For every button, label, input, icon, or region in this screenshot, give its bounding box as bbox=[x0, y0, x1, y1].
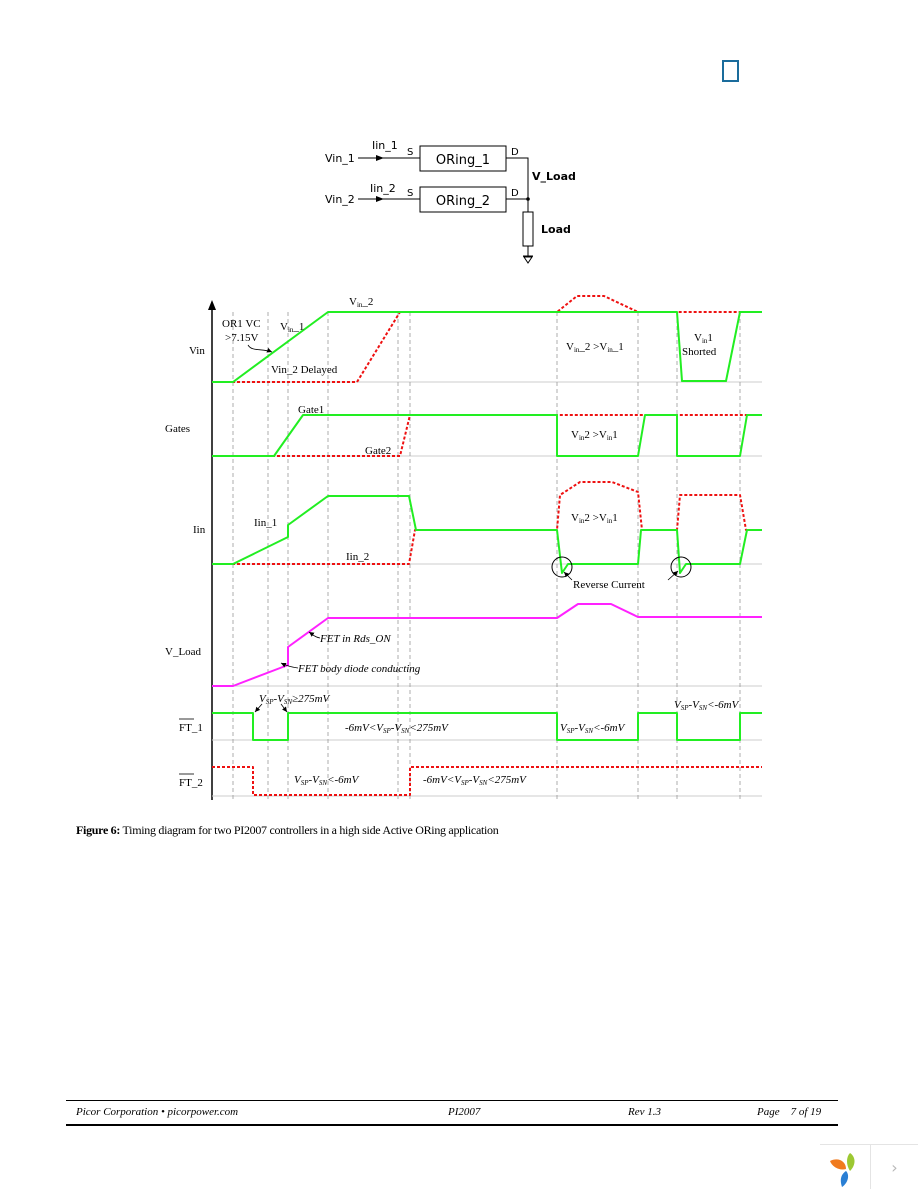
ft1-ge-275-annotation: VSP-VSN≥275mV bbox=[254, 693, 331, 713]
page-canvas: Vin_1 Vin_2 Iin_1 Iin_2 S S ORing_1 ORin… bbox=[165, 139, 762, 800]
row-label-ft2: FT_2 bbox=[179, 773, 203, 789]
svg-text:Shorted: Shorted bbox=[682, 346, 717, 358]
vin2-gt-vin1-annotation: Vin_2 >Vin_1 bbox=[566, 341, 624, 354]
oring-schematic: Vin_1 Vin_2 Iin_1 Iin_2 S S ORing_1 ORin… bbox=[325, 139, 576, 264]
svg-text:Vin_2 >Vin_1: Vin_2 >Vin_1 bbox=[566, 341, 624, 354]
ft1-lt-neg6-annotation-a: VSP-VSN<-6mV bbox=[560, 722, 626, 735]
load-resistor bbox=[522, 211, 534, 247]
viewer-nav-widget: › bbox=[820, 1144, 918, 1189]
oring1-label: ORing_1 bbox=[436, 153, 490, 168]
svg-text:Vin_2: Vin_2 bbox=[349, 296, 373, 309]
ft1-wave bbox=[212, 712, 762, 741]
row-label-ft1: FT_1 bbox=[179, 718, 203, 734]
row-label-vin: Vin bbox=[189, 345, 205, 357]
iin1-annotation: Iin_1 bbox=[254, 517, 277, 529]
svg-text:FT_1: FT_1 bbox=[179, 722, 203, 734]
svg-text:FT_2: FT_2 bbox=[179, 777, 203, 789]
fet-rds-on-label: FET in Rds_ON bbox=[319, 633, 391, 645]
source-pin-1: S bbox=[407, 147, 413, 158]
ft1-lt-neg6-annotation-b: VSP-VSN<-6mV bbox=[674, 699, 740, 712]
drain-pin-1: D bbox=[511, 147, 519, 158]
fet-body-diode-label: FET body diode conducting bbox=[297, 663, 421, 675]
time-markers bbox=[232, 312, 741, 800]
svg-text:VSP-VSN<-6mV: VSP-VSN<-6mV bbox=[674, 699, 740, 712]
timing-diagram: Vin Gates Iin V_Load FT_1 FT_2 OR1 VC >7… bbox=[165, 295, 762, 800]
svg-text:VSP-VSN<-6mV: VSP-VSN<-6mV bbox=[294, 774, 360, 787]
footer-rule-top bbox=[66, 1100, 838, 1101]
drain-bus-wire bbox=[506, 157, 529, 212]
figure-label: Figure 6: bbox=[76, 823, 121, 837]
figure-caption-text: Timing diagram for two PI2007 controller… bbox=[120, 823, 499, 837]
viewer-logo-icon[interactable] bbox=[820, 1145, 871, 1189]
svg-text:-6mV<VSP-VSN<275mV: -6mV<VSP-VSN<275mV bbox=[423, 774, 527, 787]
source-pin-2: S bbox=[407, 188, 413, 199]
svg-text:Vin_1: Vin_1 bbox=[280, 321, 304, 334]
footer-page-number: Page 7 of 19 bbox=[757, 1106, 822, 1118]
vin2-delayed-label: Vin_2 Delayed bbox=[271, 364, 338, 376]
load-label: Load bbox=[541, 223, 571, 236]
gates-vin2-gt-vin1-annotation: Vin2 >Vin1 bbox=[571, 429, 618, 442]
next-page-button[interactable]: › bbox=[871, 1145, 918, 1189]
gate1-label: Gate1 bbox=[298, 404, 324, 416]
gate1-wave bbox=[212, 414, 762, 457]
reverse-current-label: Reverse Current bbox=[573, 579, 645, 591]
footer-rule-bottom bbox=[66, 1124, 838, 1126]
svg-text:VSP-VSN<-6mV: VSP-VSN<-6mV bbox=[560, 722, 626, 735]
ft1-mid-annotation: -6mV<VSP-VSN<275mV bbox=[345, 722, 449, 735]
svg-text:-6mV<VSP-VSN<275mV: -6mV<VSP-VSN<275mV bbox=[345, 722, 449, 735]
svg-text:VSP-VSN≥275mV: VSP-VSN≥275mV bbox=[259, 693, 331, 706]
vin1-shorted-annotation: Vin1 Shorted bbox=[682, 332, 717, 358]
row-label-gates: Gates bbox=[165, 423, 190, 435]
oring2-label: ORing_2 bbox=[436, 194, 490, 209]
baseline-gridlines bbox=[212, 381, 762, 797]
row-label-iin: Iin bbox=[193, 524, 206, 536]
vin1-annotation: Vin_1 bbox=[280, 321, 304, 334]
ground-icon bbox=[523, 255, 533, 264]
reverse-current-marker-2 bbox=[670, 556, 692, 578]
svg-text:Vin2 >Vin1: Vin2 >Vin1 bbox=[571, 512, 618, 525]
bookmark-icon[interactable] bbox=[722, 60, 739, 82]
fet-rds-on-pointer bbox=[308, 631, 321, 639]
drain-pin-2: D bbox=[511, 188, 519, 199]
vload-wave bbox=[212, 603, 762, 687]
footer-company: Picor Corporation • picorpower.com bbox=[76, 1106, 239, 1118]
iin2-label: Iin_2 bbox=[370, 182, 396, 195]
or1-vc-label: OR1 VC bbox=[222, 318, 261, 330]
junction-dot bbox=[526, 197, 530, 201]
figure-caption: Figure 6: Timing diagram for two PI2007 … bbox=[76, 823, 499, 838]
vin2-label: Vin_2 bbox=[325, 193, 355, 206]
iin1-wave bbox=[212, 495, 762, 574]
iin2-arrow-icon bbox=[376, 196, 384, 202]
footer-part-number: PI2007 bbox=[448, 1106, 481, 1118]
vload-label: V_Load bbox=[532, 170, 576, 183]
vin2-annotation: Vin_2 bbox=[349, 296, 373, 309]
ft2-mid-annotation: -6mV<VSP-VSN<275mV bbox=[423, 774, 527, 787]
gate2-label: Gate2 bbox=[365, 445, 391, 457]
iin1-arrow-icon bbox=[376, 155, 384, 161]
gate2-wave bbox=[212, 414, 762, 457]
svg-text:Vin2 >Vin1: Vin2 >Vin1 bbox=[571, 429, 618, 442]
vin1-label: Vin_1 bbox=[325, 152, 355, 165]
row-label-vload: V_Load bbox=[165, 646, 202, 658]
iin1-label: Iin_1 bbox=[372, 139, 398, 152]
iin-vin2-gt-vin1-annotation: Vin2 >Vin1 bbox=[571, 512, 618, 525]
ft2-lt-neg6-annotation: VSP-VSN<-6mV bbox=[294, 774, 360, 787]
axis-arrow-icon bbox=[208, 300, 216, 310]
footer-revision: Rev 1.3 bbox=[628, 1106, 661, 1118]
iin2-annotation: Iin_2 bbox=[346, 551, 369, 563]
or1-vc-threshold: >7.15V bbox=[225, 332, 258, 344]
svg-text:Vin1: Vin1 bbox=[694, 332, 713, 345]
